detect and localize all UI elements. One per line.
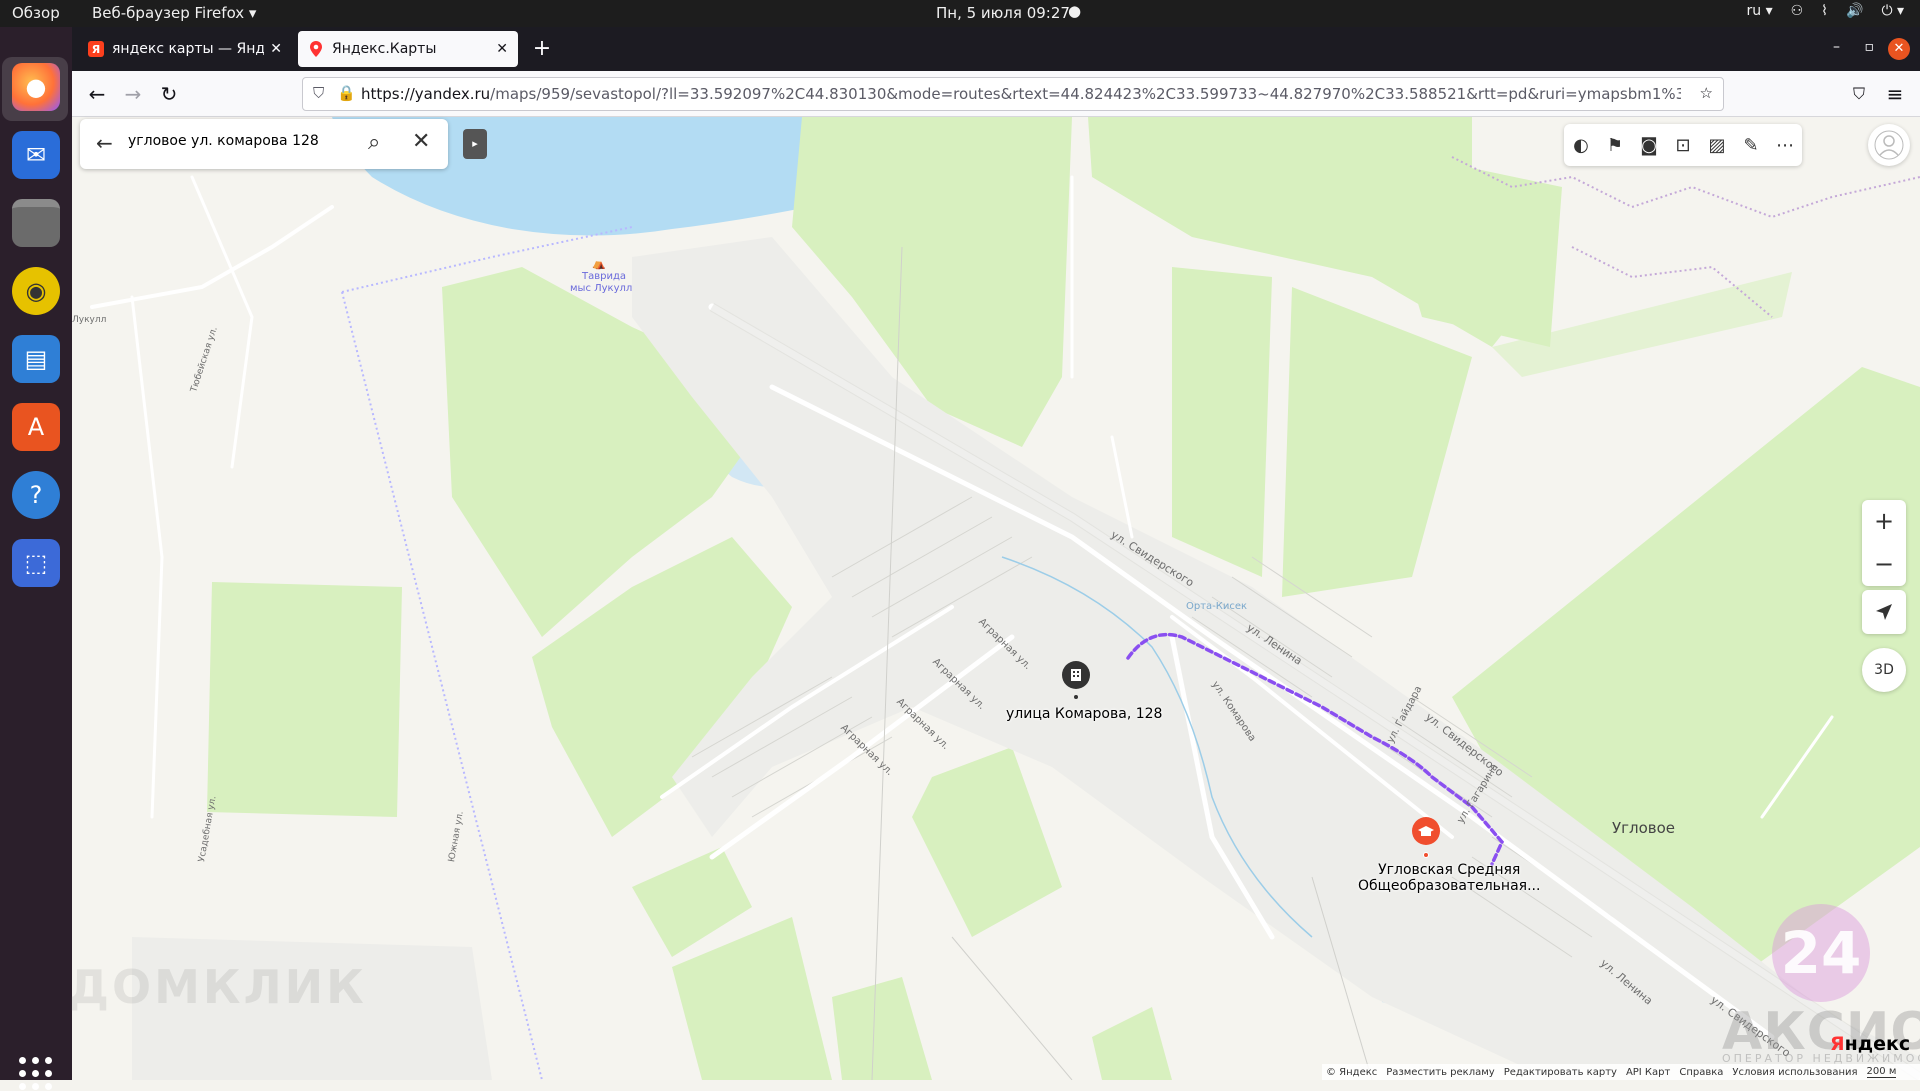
- software-icon[interactable]: A: [12, 403, 60, 451]
- map-pin-icon: [308, 41, 324, 57]
- yandex-favicon-icon: Я: [88, 41, 104, 57]
- forward-button[interactable]: →: [120, 81, 146, 107]
- bookmark-star-icon[interactable]: ☆: [1700, 84, 1713, 102]
- lang-indicator[interactable]: ru ▾: [1746, 3, 1772, 19]
- search-panel: ← ⌕ ✕: [80, 119, 448, 169]
- map-canvas[interactable]: ⛺ Таврида мыс Лукулл Лукулл Тюбейская ул…: [72, 117, 1920, 1080]
- zoom-control: + −: [1862, 500, 1906, 586]
- back-arrow-icon[interactable]: ←: [96, 131, 113, 155]
- tracking-shield-icon[interactable]: ⛉: [313, 84, 324, 102]
- map-layers-toolbar: ◐ ⚑ ◙ ⊡ ▨ ✎ ⋯: [1564, 124, 1802, 166]
- yandex-logo[interactable]: Яндекс: [1830, 1033, 1910, 1055]
- profile-avatar[interactable]: [1868, 124, 1910, 166]
- label-orta-kisek: Орта-Кисек: [1186, 601, 1248, 612]
- network-icon[interactable]: ⌇: [1821, 3, 1828, 19]
- app-menu[interactable]: Веб-браузер Firefox ▾: [92, 4, 256, 22]
- show-apps-icon[interactable]: [19, 1057, 53, 1091]
- school-marker-label[interactable]: Угловская Средняя Общеобразовательная...: [1358, 862, 1540, 894]
- tab-title: яндекс карты — Яндекс: [112, 41, 265, 57]
- footer-help[interactable]: Справка: [1679, 1067, 1723, 1078]
- new-tab-button[interactable]: +: [528, 35, 556, 63]
- thunderbird-icon[interactable]: ✉: [12, 131, 60, 179]
- system-tray[interactable]: ru ▾ ⚇ ⌇ 🔊 ⏻ ▾: [1746, 3, 1904, 19]
- map-footer: © Яндекс Разместить рекламу Редактироват…: [1322, 1064, 1920, 1080]
- panel-toggle-button[interactable]: ▸: [463, 129, 487, 159]
- map-graphics: [90, 117, 1920, 1080]
- hotel-icon[interactable]: ⛺: [592, 257, 606, 270]
- nav-bar: ← → ↻ ⛉ 🔒 https://yandex.ru/maps/959/sev…: [72, 71, 1920, 117]
- domclick-watermark: ДОМКЛИК: [68, 960, 367, 1014]
- start-marker-label[interactable]: улица Комарова, 128: [1006, 706, 1162, 722]
- restore-icon[interactable]: ▫: [1865, 39, 1875, 55]
- clear-search-icon[interactable]: ✕: [412, 129, 430, 154]
- clock[interactable]: Пн, 5 июля 09:27: [936, 4, 1070, 22]
- start-marker[interactable]: [1060, 660, 1092, 700]
- writer-icon[interactable]: ▤: [12, 335, 60, 383]
- user-icon: [1874, 130, 1904, 160]
- back-button[interactable]: ←: [84, 81, 110, 107]
- zoom-in-button[interactable]: +: [1862, 500, 1906, 543]
- tab-bar: Я яндекс карты — Яндекс ✕ Яндекс.Карты ✕…: [72, 27, 1920, 71]
- 3d-toggle-button[interactable]: 3D: [1862, 648, 1906, 692]
- menu-icon[interactable]: ≡: [1882, 81, 1908, 107]
- minimize-icon[interactable]: –: [1833, 39, 1840, 55]
- pocket-icon[interactable]: ⛉: [1846, 81, 1872, 107]
- scale-bar: 200 м: [1866, 1066, 1897, 1078]
- footer-copyright[interactable]: © Яндекс: [1326, 1067, 1377, 1078]
- url-bar[interactable]: ⛉ 🔒 https://yandex.ru/maps/959/sevastopo…: [302, 77, 1724, 111]
- close-tab-icon[interactable]: ✕: [496, 41, 508, 57]
- camera-icon[interactable]: ◙: [1638, 131, 1660, 159]
- window-close-button[interactable]: ✕: [1888, 38, 1910, 60]
- panorama-icon[interactable]: ⚑: [1604, 131, 1626, 159]
- traffic-icon[interactable]: ▨: [1706, 131, 1728, 159]
- school-marker[interactable]: [1410, 816, 1442, 858]
- firefox-icon[interactable]: ●: [12, 63, 60, 111]
- system-top-bar: Обзор Веб-браузер Firefox ▾ Пн, 5 июля 0…: [0, 0, 1920, 27]
- more-icon[interactable]: ⋯: [1774, 131, 1796, 159]
- accessibility-icon[interactable]: ⚇: [1791, 3, 1804, 19]
- ruler-icon[interactable]: ✎: [1740, 131, 1762, 159]
- rhythmbox-icon[interactable]: ◉: [12, 267, 60, 315]
- 24-watermark: 24: [1772, 904, 1870, 1002]
- tab-yandex-search[interactable]: Я яндекс карты — Яндекс ✕: [78, 31, 292, 67]
- tab-title: Яндекс.Карты: [332, 41, 437, 57]
- url-text[interactable]: https://yandex.ru/maps/959/sevastopol/?l…: [361, 85, 1681, 103]
- reload-button[interactable]: ↻: [156, 81, 182, 107]
- lock-icon[interactable]: 🔒: [337, 84, 356, 102]
- screenshot-icon[interactable]: ⬚: [12, 539, 60, 587]
- tab-yandex-maps[interactable]: Яндекс.Карты ✕: [298, 31, 518, 67]
- volume-icon[interactable]: 🔊: [1846, 3, 1863, 19]
- my-location-button[interactable]: [1862, 590, 1906, 634]
- poi-tavrida-sub[interactable]: мыс Лукулл: [570, 283, 632, 294]
- footer-api[interactable]: API Карт: [1626, 1067, 1670, 1078]
- location-arrow-icon: [1876, 604, 1892, 620]
- poi-tavrida[interactable]: Таврида: [582, 271, 626, 282]
- dock: ● ✉ ◉ ▤ A ? ⬚: [0, 27, 72, 1090]
- activities-button[interactable]: Обзор: [12, 4, 60, 22]
- help-icon[interactable]: ?: [12, 471, 60, 519]
- search-input[interactable]: [126, 132, 346, 150]
- footer-edit-map[interactable]: Редактировать карту: [1504, 1067, 1617, 1078]
- label-lukull: Лукулл: [72, 315, 107, 325]
- search-icon[interactable]: ⌕: [368, 130, 380, 155]
- footer-ads[interactable]: Разместить рекламу: [1386, 1067, 1494, 1078]
- zoom-out-button[interactable]: −: [1862, 543, 1906, 586]
- layers-icon[interactable]: ◐: [1570, 131, 1592, 159]
- files-icon[interactable]: [12, 199, 60, 247]
- transit-icon[interactable]: ⊡: [1672, 131, 1694, 159]
- label-uglovoe: Угловое: [1612, 819, 1676, 837]
- close-tab-icon[interactable]: ✕: [270, 41, 282, 57]
- footer-terms[interactable]: Условия использования: [1732, 1067, 1857, 1078]
- notification-dot-icon: ●: [1068, 2, 1082, 20]
- power-icon[interactable]: ⏻ ▾: [1881, 3, 1904, 19]
